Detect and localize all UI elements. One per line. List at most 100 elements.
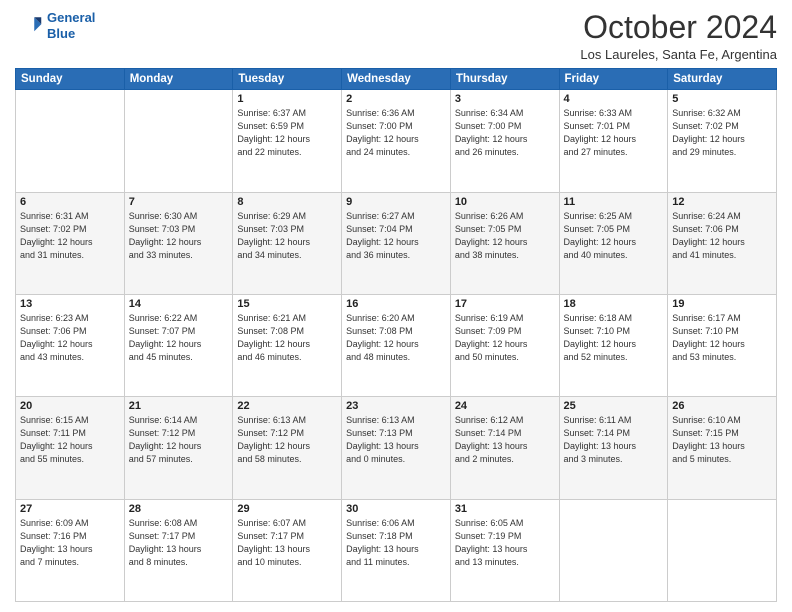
day-number: 18: [564, 298, 664, 310]
day-cell: 3Sunrise: 6:34 AM Sunset: 7:00 PM Daylig…: [450, 90, 559, 192]
day-number: 10: [455, 196, 555, 208]
day-cell: 30 Sunrise: 6:06 AM Sunset: 7:18 PM Dayli…: [342, 499, 451, 601]
day-number: 16: [346, 298, 446, 310]
day-number: 14: [129, 298, 229, 310]
day-number: 12: [672, 196, 772, 208]
day-detail: Sunrise: 6:11 AM Sunset: 7:14 PM Dayligh…: [564, 414, 664, 466]
day-detail: Sunrise: 6:17 AM Sunset: 7:10 PM Dayligh…: [672, 312, 772, 364]
day-detail: Sunrise: 6:13 AM Sunset: 7:13 PM Dayligh…: [346, 414, 446, 466]
title-block: October 2024 Los Laureles, Santa Fe, Arg…: [580, 10, 777, 62]
day-number: 9: [346, 196, 446, 208]
day-number: 23: [346, 400, 446, 412]
day-number: 6: [20, 196, 120, 208]
day-detail: Sunrise: 6:30 AM Sunset: 7:03 PM Dayligh…: [129, 210, 229, 262]
day-number: 31: [455, 503, 555, 515]
day-detail: Sunrise: 6:21 AM Sunset: 7:08 PM Dayligh…: [237, 312, 337, 364]
day-cell: 16 Sunrise: 6:20 AM Sunset: 7:08 PM Dayli…: [342, 294, 451, 396]
day-number: 15: [237, 298, 337, 310]
day-cell: 18 Sunrise: 6:18 AM Sunset: 7:10 PM Dayli…: [559, 294, 668, 396]
day-cell: 10 Sunrise: 6:26 AM Sunset: 7:05 PM Dayli…: [450, 192, 559, 294]
calendar-body: 1Sunrise: 6:37 AM Sunset: 6:59 PM Daylig…: [16, 90, 777, 602]
week-row-3: 13Sunrise: 6:23 AM Sunset: 7:06 PM Dayli…: [16, 294, 777, 396]
day-number: 26: [672, 400, 772, 412]
logo-icon: [15, 12, 43, 40]
day-cell: 17 Sunrise: 6:19 AM Sunset: 7:09 PM Dayli…: [450, 294, 559, 396]
day-detail: Sunrise: 6:27 AM Sunset: 7:04 PM Dayligh…: [346, 210, 446, 262]
day-detail: Sunrise: 6:10 AM Sunset: 7:15 PM Dayligh…: [672, 414, 772, 466]
week-row-2: 6 Sunrise: 6:31 AM Sunset: 7:02 PM Daylig…: [16, 192, 777, 294]
day-number: 3: [455, 93, 555, 105]
header: General Blue October 2024 Los Laureles, …: [15, 10, 777, 62]
day-number: 19: [672, 298, 772, 310]
day-cell: 31Sunrise: 6:05 AM Sunset: 7:19 PM Dayli…: [450, 499, 559, 601]
day-number: 11: [564, 196, 664, 208]
day-cell: 14 Sunrise: 6:22 AM Sunset: 7:07 PM Dayli…: [124, 294, 233, 396]
day-cell: 9 Sunrise: 6:27 AM Sunset: 7:04 PM Daylig…: [342, 192, 451, 294]
day-number: 30: [346, 503, 446, 515]
day-detail: Sunrise: 6:26 AM Sunset: 7:05 PM Dayligh…: [455, 210, 555, 262]
day-cell: 27 Sunrise: 6:09 AM Sunset: 7:16 PM Dayli…: [16, 499, 125, 601]
day-detail: Sunrise: 6:20 AM Sunset: 7:08 PM Dayligh…: [346, 312, 446, 364]
day-cell: 26 Sunrise: 6:10 AM Sunset: 7:15 PM Dayli…: [668, 397, 777, 499]
day-cell: 13Sunrise: 6:23 AM Sunset: 7:06 PM Dayli…: [16, 294, 125, 396]
logo-line2: Blue: [47, 26, 75, 41]
day-number: 29: [237, 503, 337, 515]
day-number: 22: [237, 400, 337, 412]
day-of-week-saturday: Saturday: [668, 69, 777, 90]
logo-text: General Blue: [47, 10, 95, 41]
day-detail: Sunrise: 6:14 AM Sunset: 7:12 PM Dayligh…: [129, 414, 229, 466]
day-cell: 12 Sunrise: 6:24 AM Sunset: 7:06 PM Dayli…: [668, 192, 777, 294]
day-detail: Sunrise: 6:24 AM Sunset: 7:06 PM Dayligh…: [672, 210, 772, 262]
week-row-1: 1Sunrise: 6:37 AM Sunset: 6:59 PM Daylig…: [16, 90, 777, 192]
logo-line1: General: [47, 10, 95, 25]
day-detail: Sunrise: 6:22 AM Sunset: 7:07 PM Dayligh…: [129, 312, 229, 364]
days-of-week-row: SundayMondayTuesdayWednesdayThursdayFrid…: [16, 69, 777, 90]
day-detail: Sunrise: 6:19 AM Sunset: 7:09 PM Dayligh…: [455, 312, 555, 364]
day-cell: 8 Sunrise: 6:29 AM Sunset: 7:03 PM Daylig…: [233, 192, 342, 294]
day-cell: 1Sunrise: 6:37 AM Sunset: 6:59 PM Daylig…: [233, 90, 342, 192]
day-detail: Sunrise: 6:12 AM Sunset: 7:14 PM Dayligh…: [455, 414, 555, 466]
day-number: 20: [20, 400, 120, 412]
day-detail: Sunrise: 6:25 AM Sunset: 7:05 PM Dayligh…: [564, 210, 664, 262]
location: Los Laureles, Santa Fe, Argentina: [580, 47, 777, 62]
day-detail: Sunrise: 6:06 AM Sunset: 7:18 PM Dayligh…: [346, 517, 446, 569]
day-of-week-thursday: Thursday: [450, 69, 559, 90]
day-number: 17: [455, 298, 555, 310]
calendar-header: SundayMondayTuesdayWednesdayThursdayFrid…: [16, 69, 777, 90]
day-cell: [124, 90, 233, 192]
day-cell: 15 Sunrise: 6:21 AM Sunset: 7:08 PM Dayli…: [233, 294, 342, 396]
day-detail: Sunrise: 6:33 AM Sunset: 7:01 PM Dayligh…: [564, 107, 664, 159]
day-number: 25: [564, 400, 664, 412]
day-detail: Sunrise: 6:36 AM Sunset: 7:00 PM Dayligh…: [346, 107, 446, 159]
week-row-4: 20 Sunrise: 6:15 AM Sunset: 7:11 PM Dayli…: [16, 397, 777, 499]
day-cell: 5Sunrise: 6:32 AM Sunset: 7:02 PM Daylig…: [668, 90, 777, 192]
day-cell: 7Sunrise: 6:30 AM Sunset: 7:03 PM Daylig…: [124, 192, 233, 294]
day-cell: 4 Sunrise: 6:33 AM Sunset: 7:01 PM Daylig…: [559, 90, 668, 192]
day-number: 4: [564, 93, 664, 105]
day-cell: 29Sunrise: 6:07 AM Sunset: 7:17 PM Dayli…: [233, 499, 342, 601]
day-detail: Sunrise: 6:09 AM Sunset: 7:16 PM Dayligh…: [20, 517, 120, 569]
day-detail: Sunrise: 6:29 AM Sunset: 7:03 PM Dayligh…: [237, 210, 337, 262]
day-of-week-wednesday: Wednesday: [342, 69, 451, 90]
day-detail: Sunrise: 6:08 AM Sunset: 7:17 PM Dayligh…: [129, 517, 229, 569]
day-number: 21: [129, 400, 229, 412]
day-number: 8: [237, 196, 337, 208]
logo: General Blue: [15, 10, 95, 41]
day-detail: Sunrise: 6:13 AM Sunset: 7:12 PM Dayligh…: [237, 414, 337, 466]
day-cell: 19 Sunrise: 6:17 AM Sunset: 7:10 PM Dayli…: [668, 294, 777, 396]
day-cell: 28 Sunrise: 6:08 AM Sunset: 7:17 PM Dayli…: [124, 499, 233, 601]
day-number: 24: [455, 400, 555, 412]
day-number: 28: [129, 503, 229, 515]
day-detail: Sunrise: 6:18 AM Sunset: 7:10 PM Dayligh…: [564, 312, 664, 364]
day-of-week-tuesday: Tuesday: [233, 69, 342, 90]
day-cell: [668, 499, 777, 601]
day-detail: Sunrise: 6:15 AM Sunset: 7:11 PM Dayligh…: [20, 414, 120, 466]
day-number: 27: [20, 503, 120, 515]
day-of-week-monday: Monday: [124, 69, 233, 90]
day-of-week-friday: Friday: [559, 69, 668, 90]
day-number: 13: [20, 298, 120, 310]
day-detail: Sunrise: 6:31 AM Sunset: 7:02 PM Dayligh…: [20, 210, 120, 262]
day-cell: 11 Sunrise: 6:25 AM Sunset: 7:05 PM Dayli…: [559, 192, 668, 294]
day-number: 2: [346, 93, 446, 105]
month-title: October 2024: [580, 10, 777, 45]
